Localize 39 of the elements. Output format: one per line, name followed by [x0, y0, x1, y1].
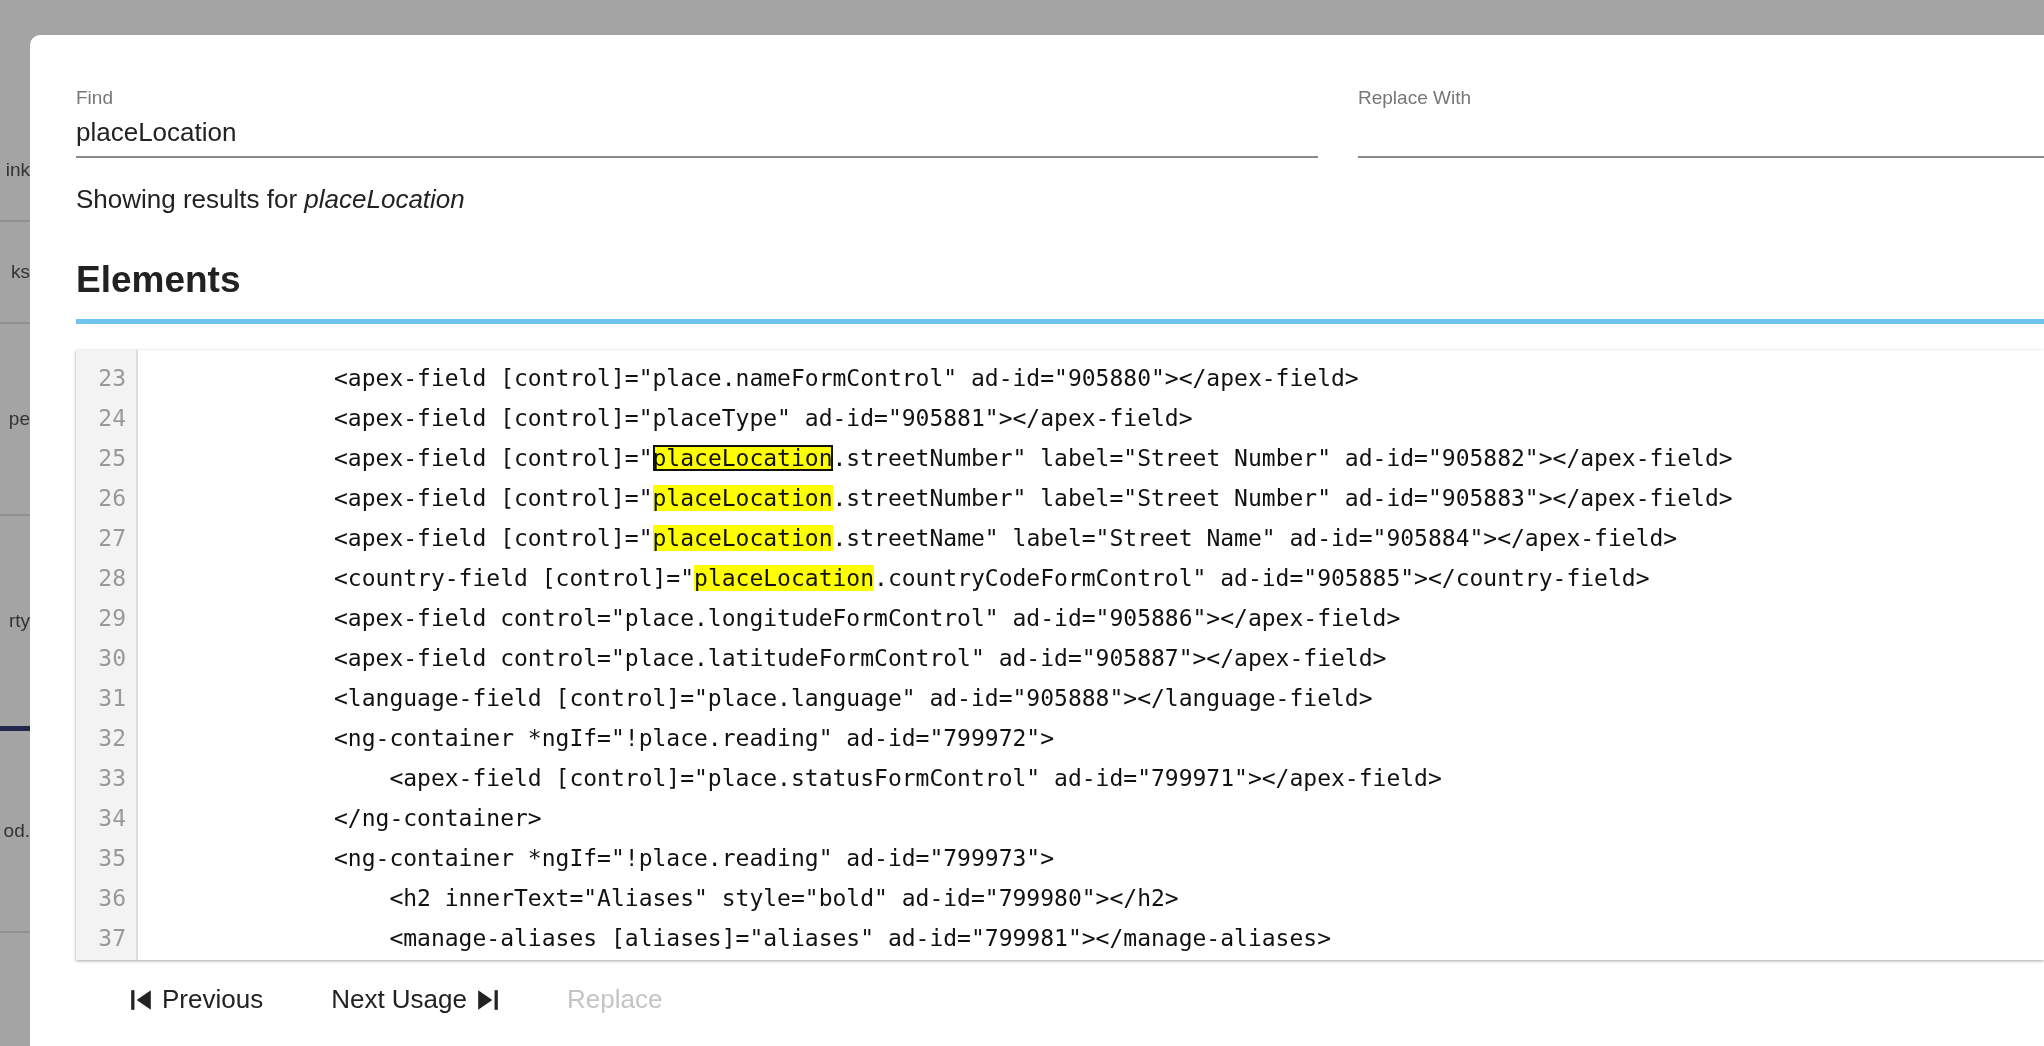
- field-label: Find: [76, 87, 114, 109]
- code-line: <ng-container *ngIf="!place.reading" ad-id="799973">: [333, 845, 1055, 871]
- results-note: Showing results for placeLocation: [76, 184, 466, 215]
- code-line: <manage-aliases [aliases]="aliases" ad-id="799981"></manage-aliases>: [388, 925, 1331, 951]
- line-number: 33: [97, 765, 126, 791]
- line-number: 27: [97, 525, 126, 551]
- line-number: 28: [97, 565, 126, 591]
- code-line: <apex-field [control]="placeType" ad-id="905881"></apex-field>: [333, 405, 1193, 431]
- code-line: <language-field [control]="place.language" ad-id="905888"></language-field>: [333, 685, 1373, 711]
- code-line: <ng-container *ngIf="!place.reading" ad-id="799972">: [333, 725, 1055, 751]
- line-number: 24: [97, 405, 126, 431]
- line-number: 31: [97, 685, 126, 711]
- skip-previous-icon: [130, 987, 152, 1012]
- section-title: Elements: [76, 259, 242, 301]
- line-number: 36: [97, 885, 126, 911]
- line-number: 34: [97, 805, 126, 831]
- field-label: Replace With: [1358, 87, 1472, 109]
- line-number: 26: [97, 485, 126, 511]
- code-line: <apex-field [control]="placeLocation.streetNumber" label="Street Number" ad-id="905882"></apex-field>: [333, 445, 1733, 471]
- code-line: <apex-field [control]="placeLocation.streetName" label="Street Name" ad-id="905884"></apex-field>: [333, 525, 1678, 551]
- line-number: 29: [97, 605, 126, 631]
- next-button[interactable]: Next Usage: [327, 978, 503, 1021]
- line-number: 32: [97, 725, 126, 751]
- find-field[interactable]: placeLocation: [76, 109, 1318, 158]
- code-line: <apex-field control="place.latitudeFormControl" ad-id="905887"></apex-field>: [333, 645, 1387, 671]
- previous-button[interactable]: Previous: [126, 978, 268, 1021]
- line-number: 37: [97, 925, 126, 951]
- code-line: <apex-field control="place.longitudeFormControl" ad-id="905886"></apex-field>: [333, 605, 1401, 631]
- line-number: 23: [97, 365, 126, 391]
- code-line: <apex-field [control]="place.nameFormControl" ad-id="905880"></apex-field>: [333, 365, 1359, 391]
- code-line: <apex-field [control]="place.statusFormControl" ad-id="799971"></apex-field>: [388, 765, 1442, 791]
- line-number: 25: [97, 445, 126, 471]
- line-number: 30: [97, 645, 126, 671]
- code-line: <country-field [control]="placeLocation.countryCodeFormControl" ad-id="905885"></country-field>: [333, 565, 1650, 591]
- code-line: </ng-container>: [333, 805, 542, 831]
- skip-next-icon: [477, 987, 499, 1012]
- code-line: <apex-field [control]="placeLocation.streetNumber" label="Street Number" ad-id="905883"></apex-field>: [333, 485, 1733, 511]
- code-line: <h2 innerText="Aliases" style="bold" ad-id="799980"></h2>: [388, 885, 1179, 911]
- line-number: 35: [97, 845, 126, 871]
